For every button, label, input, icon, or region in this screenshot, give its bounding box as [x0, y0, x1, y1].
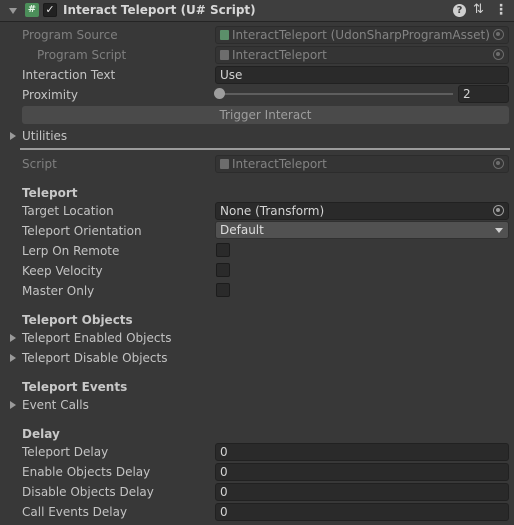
program-script-value: InteractTeleport — [232, 48, 327, 62]
script-file-icon — [220, 50, 229, 60]
kebab-menu-icon[interactable]: ⋮ — [494, 2, 508, 18]
delay-section-header: Delay — [22, 427, 60, 441]
event-calls-fold-icon[interactable] — [10, 401, 16, 409]
component-header: # ✓ Interact Teleport (U# Script) ? ⇅ ⋮ — [0, 0, 514, 22]
separator-line — [20, 148, 510, 150]
udonsharp-asset-icon — [220, 30, 229, 40]
script-file-icon — [220, 159, 229, 169]
script-value: InteractTeleport — [232, 157, 327, 171]
help-icon[interactable]: ? — [453, 4, 466, 17]
proximity-slider-track[interactable] — [219, 93, 453, 95]
program-source-value: InteractTeleport (UdonSharpProgramAsset) — [232, 28, 490, 42]
object-picker-icon[interactable] — [493, 205, 504, 216]
program-source-field[interactable]: InteractTeleport (UdonSharpProgramAsset) — [215, 26, 509, 44]
object-picker-icon[interactable] — [493, 158, 504, 169]
script-field[interactable]: InteractTeleport — [215, 155, 509, 173]
lerp-on-remote-checkbox[interactable] — [216, 243, 230, 257]
call-events-delay-label: Call Events Delay — [22, 505, 128, 519]
object-picker-icon[interactable] — [493, 49, 504, 60]
preset-icon[interactable]: ⇅ — [473, 3, 484, 17]
program-source-label: Program Source — [22, 28, 118, 42]
teleport-orientation-value: Default — [220, 223, 264, 237]
disable-objects-delay-label: Disable Objects Delay — [22, 485, 154, 499]
interaction-text-label: Interaction Text — [22, 68, 116, 82]
call-events-delay-input[interactable]: 0 — [215, 503, 509, 521]
dropdown-arrow-icon — [495, 228, 503, 233]
teleport-objects-section-header: Teleport Objects — [22, 313, 133, 327]
program-script-label: Program Script — [37, 48, 127, 62]
lerp-on-remote-label: Lerp On Remote — [22, 244, 120, 258]
keep-velocity-label: Keep Velocity — [22, 264, 103, 278]
utilities-fold-icon[interactable] — [10, 132, 16, 140]
teleport-orientation-label: Teleport Orientation — [22, 224, 142, 238]
event-calls-foldout[interactable]: Event Calls — [22, 398, 89, 412]
enabled-objects-fold-icon[interactable] — [10, 334, 16, 342]
script-label: Script — [22, 157, 57, 171]
proximity-value-input[interactable]: 2 — [458, 85, 509, 103]
master-only-checkbox[interactable] — [216, 283, 230, 297]
teleport-enabled-objects-foldout[interactable]: Teleport Enabled Objects — [22, 331, 171, 345]
teleport-delay-input[interactable]: 0 — [215, 443, 509, 461]
teleport-orientation-dropdown[interactable]: Default — [215, 221, 509, 239]
object-picker-icon[interactable] — [493, 29, 504, 40]
enable-objects-delay-label: Enable Objects Delay — [22, 465, 151, 479]
teleport-section-header: Teleport — [22, 186, 78, 200]
utilities-foldout[interactable]: Utilities — [22, 129, 67, 143]
csharp-script-icon: # — [25, 3, 39, 17]
proximity-slider-thumb[interactable] — [214, 88, 225, 99]
keep-velocity-checkbox[interactable] — [216, 263, 230, 277]
target-location-label: Target Location — [22, 204, 114, 218]
component-enabled-checkbox[interactable]: ✓ — [43, 3, 57, 17]
fold-arrow-icon[interactable] — [9, 8, 17, 14]
disable-objects-fold-icon[interactable] — [10, 354, 16, 362]
master-only-label: Master Only — [22, 284, 95, 298]
teleport-delay-label: Teleport Delay — [22, 445, 109, 459]
teleport-events-section-header: Teleport Events — [22, 380, 128, 394]
component-title: Interact Teleport (U# Script) — [63, 3, 256, 17]
disable-objects-delay-input[interactable]: 0 — [215, 483, 509, 501]
enable-objects-delay-input[interactable]: 0 — [215, 463, 509, 481]
proximity-label: Proximity — [22, 88, 78, 102]
trigger-interact-button[interactable]: Trigger Interact — [22, 106, 509, 124]
target-location-field[interactable]: None (Transform) — [215, 202, 509, 220]
interaction-text-input[interactable]: Use — [215, 66, 509, 84]
target-location-value: None (Transform) — [220, 204, 325, 218]
teleport-disable-objects-foldout[interactable]: Teleport Disable Objects — [22, 351, 167, 365]
program-script-field[interactable]: InteractTeleport — [215, 46, 509, 64]
